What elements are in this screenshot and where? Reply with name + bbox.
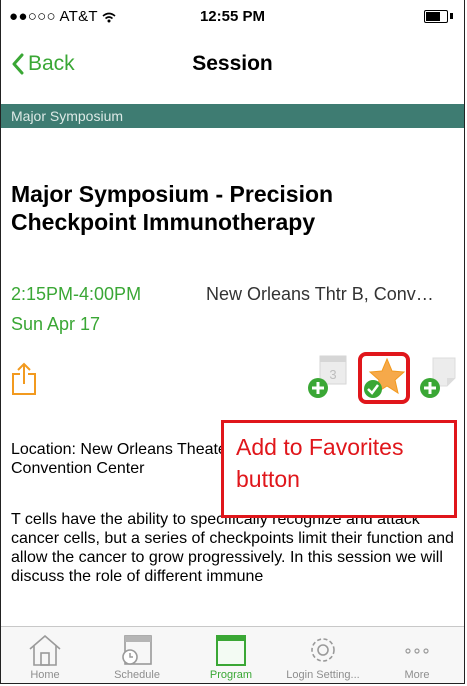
tab-schedule[interactable]: Schedule (97, 627, 177, 683)
navigation-bar: Back Session (1, 30, 464, 86)
session-time: 2:15PM-4:00PM (11, 284, 142, 304)
status-bar: ●●○○○ AT&T 12:55 PM (1, 0, 464, 30)
share-icon (12, 362, 36, 395)
program-icon (216, 635, 246, 666)
tab-home[interactable]: Home (5, 627, 85, 683)
add-note-button[interactable] (419, 352, 461, 402)
tab-bar: Home Schedule Program Login Setting... M… (1, 626, 464, 683)
calendar-add-icon: 3 (308, 355, 347, 398)
session-description: T cells have the ability to specifically… (11, 511, 454, 585)
svg-text:3: 3 (329, 367, 336, 382)
battery-icon (424, 10, 448, 23)
star-icon (364, 357, 406, 398)
settings-icon (311, 638, 335, 662)
session-location[interactable]: New Orleans Thtr B, Conv… (206, 284, 456, 305)
tab-login-settings[interactable]: Login Setting... (283, 627, 363, 683)
session-title: Major Symposium - Precision Checkpoint I… (11, 181, 334, 235)
schedule-icon (122, 635, 152, 665)
add-to-calendar-button[interactable]: 3 (306, 352, 350, 402)
session-date: Sun Apr 17 (11, 314, 101, 334)
tab-program[interactable]: Program (191, 627, 271, 683)
home-icon (29, 634, 61, 666)
note-add-icon (420, 357, 456, 398)
share-button[interactable] (11, 362, 37, 396)
app-screen: ●●○○○ AT&T 12:55 PM Back Session Major S… (0, 0, 465, 684)
status-time: 12:55 PM (199, 8, 266, 25)
more-icon (405, 648, 429, 654)
add-to-favorites-button[interactable] (358, 352, 410, 404)
page-title: Session (192, 52, 273, 75)
track-banner: Major Symposium (1, 104, 464, 128)
annotation-callout: Add to Favorites button (221, 420, 457, 518)
tab-more[interactable]: More (377, 627, 457, 683)
